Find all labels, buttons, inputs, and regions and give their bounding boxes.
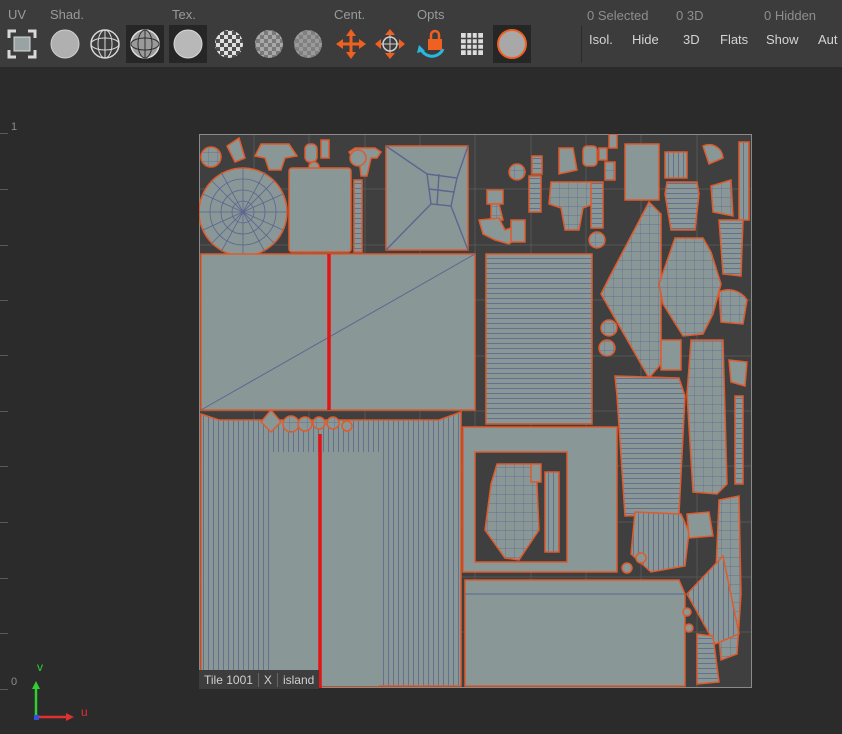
ruler-tick — [0, 633, 8, 634]
wire-on-shaded-button[interactable] — [126, 25, 164, 63]
frame-icon — [7, 29, 37, 59]
display-sphere-icon — [497, 29, 527, 59]
ruler-label-bottom: 0 — [11, 676, 18, 688]
flats-button[interactable]: Flats — [720, 32, 748, 47]
isolate-button[interactable]: Isol. — [589, 32, 613, 47]
shad-section-label: Shad. — [50, 7, 84, 22]
grid-icon — [461, 33, 483, 55]
center-crosshair-icon — [375, 29, 405, 59]
center-selection-button[interactable] — [371, 25, 409, 63]
lock-rotation-button[interactable] — [413, 25, 451, 63]
ruler-tick — [0, 133, 8, 134]
ruler-tick — [0, 355, 8, 356]
opts-section-label: Opts — [417, 7, 445, 22]
uv-tile-1001[interactable] — [199, 134, 752, 688]
checker-faint-button[interactable] — [289, 25, 327, 63]
checker-dim-sphere-icon — [255, 30, 283, 58]
tile-info-bar: Tile 1001 X island — [199, 670, 320, 689]
ruler-label-top: 1 — [11, 121, 18, 133]
tile-axis: X — [263, 672, 272, 687]
checker-faint-sphere-icon — [294, 30, 322, 58]
lock-rotate-icon — [417, 29, 445, 58]
uv-islands[interactable] — [199, 134, 750, 687]
shaded-sphere-icon — [50, 29, 80, 59]
center-pivot-button[interactable] — [332, 25, 370, 63]
ruler-tick — [0, 689, 8, 690]
tile-mode: island — [282, 672, 315, 687]
checker-button[interactable] — [210, 25, 248, 63]
grid-button[interactable] — [453, 25, 491, 63]
wireframe-sphere-icon — [90, 29, 120, 59]
texture-button[interactable] — [169, 25, 207, 63]
ruler-tick — [0, 245, 8, 246]
ruler-tick — [0, 578, 8, 579]
center-arrows-icon — [336, 29, 366, 59]
uv-axis-gizmo-icon — [32, 681, 74, 721]
uv-layout — [199, 134, 752, 688]
selected-count: 0 Selected — [587, 8, 649, 23]
tex-section-label: Tex. — [172, 7, 196, 22]
ruler-tick — [0, 522, 8, 523]
tile-name: Tile 1001 — [204, 672, 253, 687]
uv-section-label: UV — [8, 7, 27, 22]
plain-texture-sphere-icon — [173, 29, 203, 59]
ruler-tick — [0, 411, 8, 412]
checker-sphere-icon — [215, 30, 243, 58]
ruler-tick — [0, 300, 8, 301]
v-axis-label: v — [37, 660, 43, 674]
toolbar-separator — [581, 26, 582, 63]
display-options-button[interactable] — [493, 25, 531, 63]
hide-button[interactable]: Hide — [632, 32, 659, 47]
3d-count: 0 3D — [676, 8, 704, 23]
auto-button[interactable]: Aut — [818, 32, 838, 47]
show-button[interactable]: Show — [766, 32, 799, 47]
shaded-button[interactable] — [46, 25, 84, 63]
uv-toolbar: UV Shad. Tex. Cent. Opts 0 Selected 0 3D… — [0, 0, 842, 67]
uv-viewport[interactable]: 1 0 Tile 1001 X island v u — [0, 67, 842, 734]
ruler-tick — [0, 189, 8, 190]
ruler-tick — [0, 466, 8, 467]
cent-section-label: Cent. — [334, 7, 366, 22]
u-axis-label: u — [81, 705, 88, 719]
wire-on-shaded-sphere-icon — [130, 29, 160, 59]
checker-dim-button[interactable] — [250, 25, 288, 63]
hidden-count: 0 Hidden — [764, 8, 817, 23]
frame-button[interactable] — [3, 25, 41, 63]
3d-button[interactable]: 3D — [683, 32, 700, 47]
wireframe-button[interactable] — [86, 25, 124, 63]
